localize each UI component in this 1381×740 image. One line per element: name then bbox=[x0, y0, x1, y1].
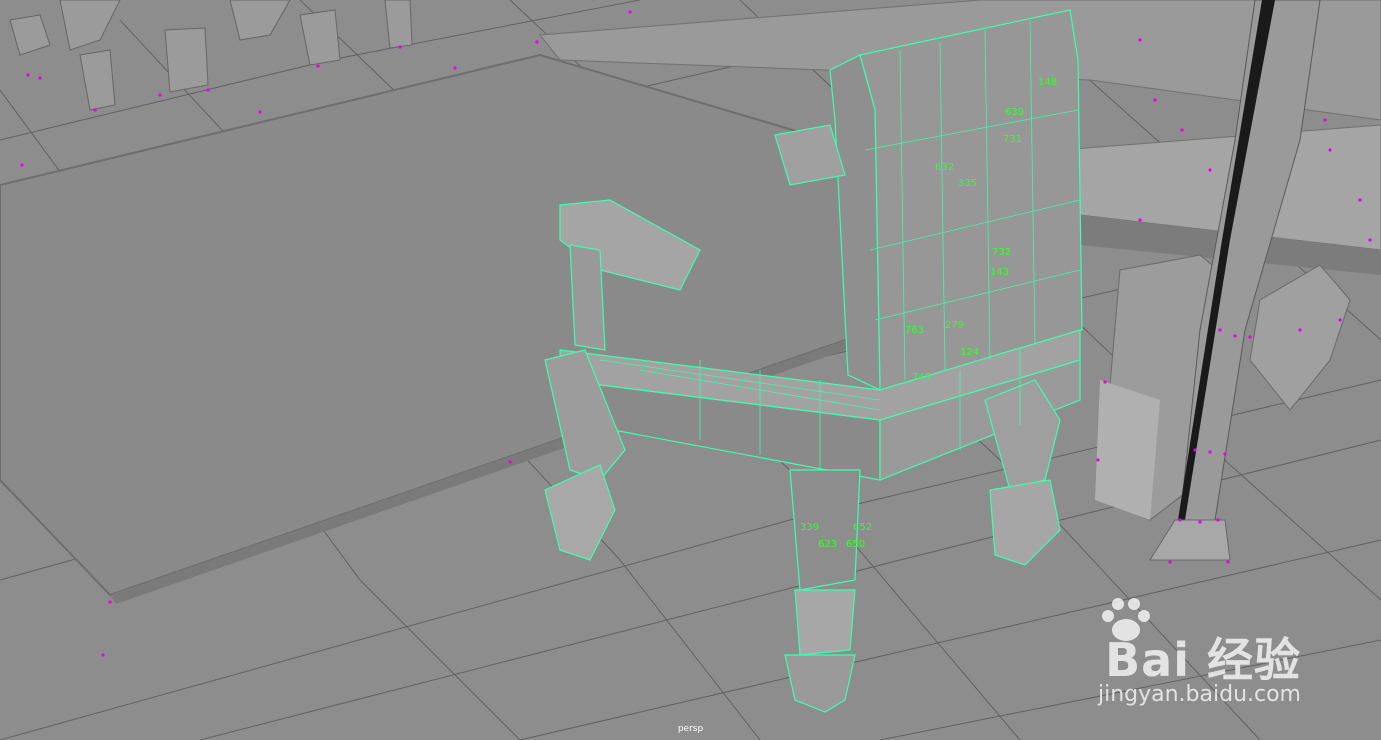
camera-name-label: persp bbox=[677, 724, 704, 734]
component-number: 339 bbox=[800, 522, 819, 533]
component-number: 143 bbox=[990, 267, 1009, 278]
watermark-brand-text: Bai 经验 bbox=[1105, 633, 1301, 687]
component-number: 632 bbox=[935, 162, 954, 173]
component-number: 731 bbox=[1003, 134, 1022, 145]
component-number: 650 bbox=[846, 539, 865, 550]
component-number: 335 bbox=[958, 178, 977, 189]
maya-perspective-viewport[interactable]: 639 731 632 745 763 335 339 623 650 652 732 143 148 1… bbox=[0, 0, 1381, 740]
component-number: 279 bbox=[945, 320, 964, 331]
watermark-site-text: jingyan.baidu.com bbox=[1097, 682, 1301, 707]
component-number: 745 bbox=[912, 372, 931, 383]
component-number: 763 bbox=[905, 325, 924, 336]
component-number: 623 bbox=[818, 539, 837, 550]
component-number: 148 bbox=[1038, 77, 1057, 88]
component-number: 124 bbox=[960, 347, 979, 358]
component-number: 639 bbox=[1005, 107, 1024, 118]
baidu-watermark: Bai 经验 jingyan.baidu.com bbox=[1051, 594, 1301, 707]
component-number: 652 bbox=[853, 522, 872, 533]
component-number: 732 bbox=[992, 247, 1011, 258]
